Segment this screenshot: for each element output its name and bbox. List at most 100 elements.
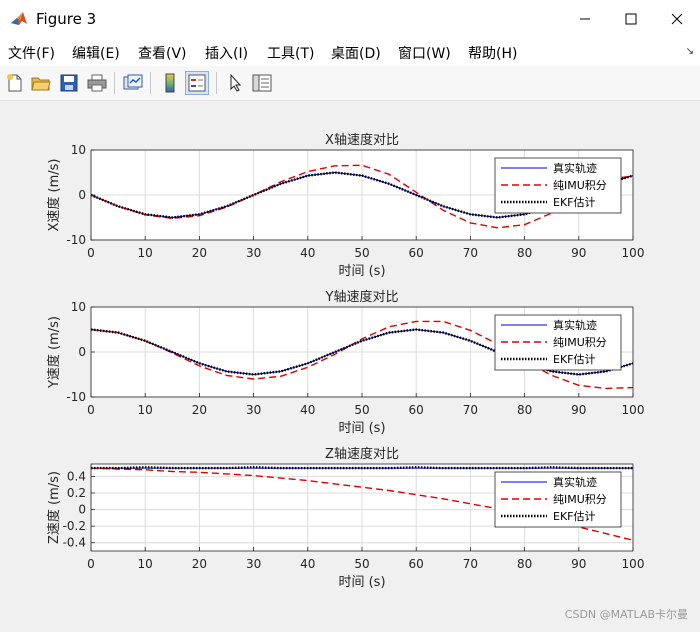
- x-tick-label: 90: [571, 246, 586, 260]
- close-icon: [671, 13, 683, 25]
- x-tick-label: 80: [517, 246, 532, 260]
- x-tick-label: 50: [354, 557, 369, 571]
- legend-label: 真实轨迹: [553, 161, 597, 175]
- colorbar-icon[interactable]: [158, 71, 182, 95]
- x-tick-label: 10: [138, 403, 153, 417]
- x-tick-label: 80: [517, 403, 532, 417]
- x-tick-label: 0: [87, 246, 95, 260]
- x-tick-label: 100: [622, 403, 645, 417]
- x-axis-label: 时间 (s): [338, 264, 385, 279]
- x-tick-label: 20: [192, 557, 207, 571]
- menu-tools[interactable]: 工具(T): [267, 43, 314, 63]
- menu-file[interactable]: 文件(F): [8, 43, 55, 63]
- subplot-1: 0 10 20 30 40 50 60 70 80 90 100-10010X轴速度对比时间 (s)…: [46, 132, 644, 279]
- x-tick-label: 30: [246, 403, 261, 417]
- link-plot-icon[interactable]: [121, 71, 145, 95]
- x-tick-label: 90: [571, 557, 586, 571]
- x-tick-label: 60: [409, 557, 424, 571]
- x-tick-label: 80: [517, 557, 532, 571]
- axes-title: Y轴速度对比: [325, 289, 399, 305]
- save-icon[interactable]: [57, 71, 81, 95]
- legend: 真实轨迹纯IMU积分 EKF估计: [494, 314, 622, 371]
- legend-label: 纯IMU积分: [553, 179, 607, 192]
- x-tick-label: 10: [138, 557, 153, 571]
- menu-view[interactable]: 查看(V): [138, 43, 187, 63]
- x-tick-label: 30: [246, 557, 261, 571]
- maximize-button[interactable]: [608, 0, 654, 38]
- minimize-icon: [580, 18, 590, 20]
- y-axis-label: Y速度 (m/s): [46, 316, 62, 389]
- x-tick-label: 100: [622, 246, 645, 260]
- menu-bar: 文件(F) 编辑(E) 查看(V) 插入(I) 工具(T) 桌面(D) 窗口(W…: [0, 38, 700, 66]
- minimize-button[interactable]: [562, 0, 608, 38]
- y-tick-label: -0.2: [63, 519, 86, 533]
- x-tick-label: 60: [409, 403, 424, 417]
- x-tick-label: 10: [138, 246, 153, 260]
- x-tick-label: 70: [463, 403, 478, 417]
- x-tick-label: 90: [571, 403, 586, 417]
- figure-toolbar: [0, 66, 700, 101]
- toolbar-separator: [114, 72, 115, 94]
- y-tick-label: 10: [71, 143, 86, 157]
- toolbar-separator: [150, 72, 151, 94]
- x-tick-label: 30: [246, 246, 261, 260]
- x-tick-label: 0: [87, 557, 95, 571]
- print-icon[interactable]: [85, 71, 109, 95]
- pointer-icon[interactable]: [224, 71, 248, 95]
- legend-label: EKF估计: [553, 353, 596, 366]
- legend-label: 纯IMU积分: [553, 336, 607, 349]
- window-titlebar: Figure 3: [0, 0, 700, 38]
- x-tick-label: 50: [354, 246, 369, 260]
- close-button[interactable]: [654, 0, 700, 38]
- legend: 真实轨迹纯IMU积分 EKF估计: [494, 471, 622, 528]
- x-tick-label: 20: [192, 403, 207, 417]
- y-tick-label: 0: [78, 345, 86, 359]
- figure-plots: 0 10 20 30 40 50 60 70 80 90 100-10010X轴速度对比时间 (s)…: [46, 132, 644, 590]
- y-tick-label: 0.4: [67, 469, 86, 483]
- legend-label: 真实轨迹: [553, 318, 597, 332]
- x-axis-label: 时间 (s): [338, 575, 385, 590]
- y-axis-label: X速度 (m/s): [46, 159, 62, 232]
- legend-icon[interactable]: [185, 71, 209, 95]
- menu-insert[interactable]: 插入(I): [205, 43, 248, 63]
- menu-edit[interactable]: 编辑(E): [72, 43, 120, 63]
- watermark: CSDN @MATLAB卡尔曼: [564, 608, 688, 621]
- subplot-3: 0 10 20 30 40 50 60 70 80 90 100 0.4 0.2 0 -0.2 -0.4 Z轴速…: [46, 446, 644, 590]
- menu-desktop[interactable]: 桌面(D): [331, 43, 381, 63]
- y-tick-label: 0: [78, 188, 86, 202]
- x-tick-label: 40: [300, 403, 315, 417]
- legend: 真实轨迹纯IMU积分 EKF估计: [494, 157, 622, 214]
- x-tick-label: 70: [463, 557, 478, 571]
- y-tick-label: -10: [66, 233, 86, 247]
- menu-help[interactable]: 帮助(H): [468, 43, 517, 63]
- y-tick-label: -0.4: [63, 536, 86, 550]
- axes-title: X轴速度对比: [325, 132, 399, 148]
- open-file-icon[interactable]: [29, 71, 53, 95]
- dock-arrow-icon[interactable]: ↘: [686, 46, 694, 57]
- axes-title: Z轴速度对比: [325, 446, 399, 462]
- subplot-2: 0 10 20 30 40 50 60 70 80 90 100-10010Y轴速度对比时间 (s)…: [46, 289, 644, 436]
- legend-label: 真实轨迹: [553, 475, 597, 489]
- x-tick-label: 70: [463, 246, 478, 260]
- new-figure-icon[interactable]: [3, 71, 27, 95]
- x-tick-label: 100: [622, 557, 645, 571]
- legend-label: 纯IMU积分: [553, 493, 607, 506]
- x-tick-label: 40: [300, 246, 315, 260]
- y-axis-label: Z速度 (m/s): [46, 471, 62, 544]
- window-title: Figure 3: [36, 10, 97, 28]
- y-tick-label: 0.2: [67, 486, 86, 500]
- y-tick-label: -10: [66, 390, 86, 404]
- x-tick-label: 0: [87, 403, 95, 417]
- x-tick-label: 40: [300, 557, 315, 571]
- x-axis-label: 时间 (s): [338, 421, 385, 436]
- matlab-logo-icon: [9, 9, 29, 29]
- x-tick-label: 50: [354, 403, 369, 417]
- y-tick-label: 0: [78, 503, 86, 517]
- menu-window[interactable]: 窗口(W): [398, 43, 451, 63]
- toolbar-separator: [216, 72, 217, 94]
- legend-label: EKF估计: [553, 196, 596, 209]
- legend-label: EKF估计: [553, 510, 596, 523]
- property-inspector-icon[interactable]: [250, 71, 274, 95]
- x-tick-label: 60: [409, 246, 424, 260]
- maximize-icon: [625, 13, 637, 25]
